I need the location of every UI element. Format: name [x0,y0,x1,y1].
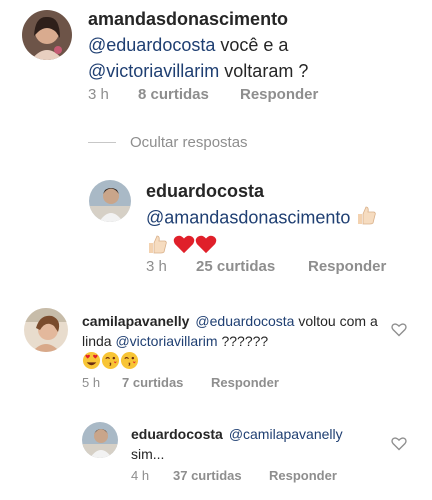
reply-button[interactable]: Responder [211,375,279,390]
comment-time: 5 h [82,375,101,390]
mention-link[interactable]: @victoriavillarim [88,61,219,81]
avatar[interactable] [82,422,118,458]
likes-count[interactable]: 25 curtidas [196,258,308,275]
kiss-wink-emoji-icon [101,351,120,375]
reply-button[interactable]: Responder [269,468,337,483]
comment-text: você e a [215,35,289,55]
divider-line [88,142,116,143]
mention-link[interactable]: @victoriavillarim [115,333,217,349]
comment-time: 3 h [146,258,167,275]
reply-button[interactable]: Responder [308,258,386,275]
comment-username[interactable]: amandasdonascimento [88,9,288,29]
comment-body: eduardocosta @amandasdonascimento [146,178,426,262]
hide-replies-label: Ocultar respostas [130,134,248,151]
comment-text: voltaram ? [219,61,309,81]
likes-count[interactable]: 7 curtidas [122,375,211,390]
comment-meta: 4 h 37 curtidas Responder [131,468,337,483]
comment-meta: 5 h 7 curtidas Responder [82,375,279,390]
heart-emoji-icon [195,234,217,261]
comment-time: 4 h [131,468,150,483]
comment-text: ?????? [217,333,269,349]
avatar[interactable] [89,180,131,222]
likes-count[interactable]: 8 curtidas [138,86,240,103]
like-heart-icon[interactable] [391,436,407,456]
comment-meta: 3 h 25 curtidas Responder [146,258,386,275]
reply-button[interactable]: Responder [240,86,318,103]
heart-eyes-emoji-icon [82,351,101,375]
comment-username[interactable]: eduardocosta [146,181,264,201]
avatar[interactable] [24,308,68,352]
comment-meta: 3 h 8 curtidas Responder [88,86,318,103]
hide-replies-toggle[interactable]: Ocultar respostas [88,134,248,151]
comment-body: amandasdonascimento @eduardocosta você e… [88,6,408,84]
comment-time: 3 h [88,86,109,103]
likes-count[interactable]: 37 curtidas [173,468,269,483]
like-heart-icon[interactable] [391,322,407,342]
kiss-wink-emoji-icon [120,351,139,375]
comment-username[interactable]: camilapavanelly [82,313,189,329]
mention-link[interactable]: @amandasdonascimento [146,207,350,227]
heart-emoji-icon [173,234,195,261]
mention-link[interactable]: @camilapavanelly [229,426,343,442]
thumbs-up-emoji-icon [355,204,377,233]
avatar[interactable] [22,10,72,60]
comment-text: sim... [131,446,165,462]
mention-link[interactable]: @eduardocosta [88,35,215,55]
comment-body: camilapavanelly @eduardocosta voltou com … [82,311,382,375]
mention-link[interactable]: @eduardocosta [195,313,294,329]
comment-username[interactable]: eduardocosta [131,426,223,442]
comment-body: eduardocosta @camilapavanelly sim... [131,424,391,464]
